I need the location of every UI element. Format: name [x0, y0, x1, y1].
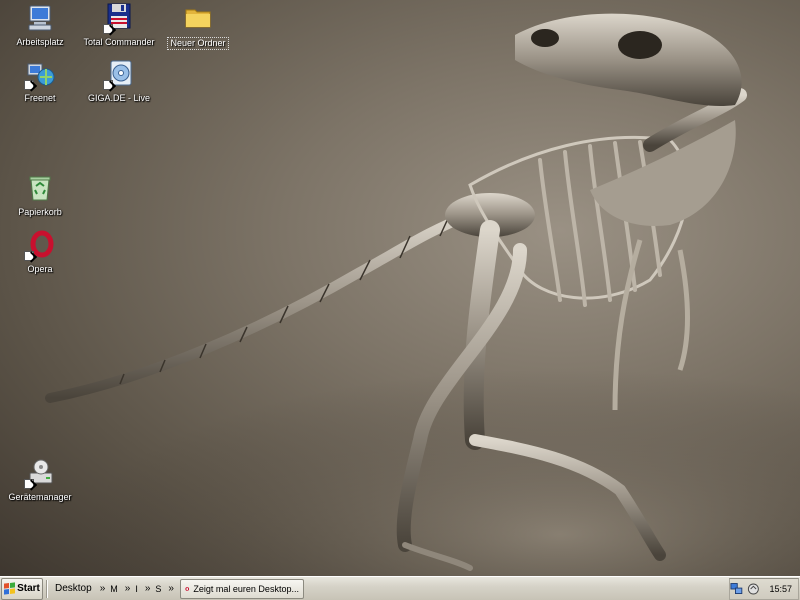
taskbar: Start Desktop » M » I » S » Zeigt mal eu… — [0, 576, 800, 600]
desktop-icon-geraetemanager[interactable]: Gerätemanager — [2, 457, 78, 503]
taskbar-separator — [46, 579, 48, 598]
desktop-icon-freenet[interactable]: Freenet — [2, 58, 78, 104]
shortcut-arrow-icon — [103, 80, 113, 90]
toolbar-chevron-icon[interactable]: » — [125, 583, 131, 594]
folder-icon — [182, 2, 214, 34]
shortcut-arrow-icon — [103, 24, 113, 34]
quick-launch-item-i[interactable]: I — [135, 584, 138, 594]
shortcut-arrow-icon — [24, 479, 34, 489]
recycle-bin-icon — [24, 172, 56, 204]
clock[interactable]: 15:57 — [769, 584, 792, 594]
desktop[interactable]: Arbeitsplatz Total Commander Neuer Ordne… — [0, 0, 800, 576]
shortcut-arrow-icon — [24, 251, 34, 261]
quick-launch-item-m[interactable]: M — [110, 584, 118, 594]
desktop-icon-label: Total Commander — [83, 37, 155, 47]
desktop-icon-opera[interactable]: Opera — [2, 229, 78, 275]
desktop-toolbar-label[interactable]: Desktop — [55, 583, 92, 594]
taskbar-window-title: Zeigt mal euren Desktop... — [193, 583, 299, 594]
desktop-icon-papierkorb[interactable]: Papierkorb — [2, 172, 78, 218]
browser-window-icon — [185, 586, 190, 591]
network-globe-icon — [24, 58, 56, 90]
toolbar-chevron-icon[interactable]: » — [145, 583, 151, 594]
device-manager-icon — [24, 457, 56, 489]
desktop-icon-label: Papierkorb — [18, 207, 62, 217]
volume-tray-icon[interactable] — [747, 582, 760, 596]
start-label: Start — [17, 583, 40, 594]
quick-launch-item-s[interactable]: S — [155, 584, 161, 594]
desktop-icon-total-commander[interactable]: Total Commander — [81, 2, 157, 48]
floppy-disk-icon — [103, 2, 135, 34]
opera-icon — [24, 229, 56, 261]
toolbar-chevron-icon[interactable]: » — [168, 583, 174, 594]
windows-logo-icon — [4, 582, 16, 595]
my-computer-icon — [24, 2, 56, 34]
desktop-icon-arbeitsplatz[interactable]: Arbeitsplatz — [2, 2, 78, 48]
desktop-icon-label: Opera — [27, 264, 53, 274]
desktop-icon-giga-live[interactable]: GIGA.DE - Live — [81, 58, 157, 104]
system-tray: 15:57 — [729, 577, 799, 600]
desktop-icon-neuer-ordner[interactable]: Neuer Ordner — [160, 2, 236, 50]
desktop-icon-label: Gerätemanager — [8, 492, 72, 502]
desktop-icon-label: Freenet — [24, 93, 56, 103]
start-button[interactable]: Start — [1, 577, 43, 600]
network-tray-icon[interactable] — [730, 582, 743, 596]
toolbar-chevron-icon[interactable]: » — [100, 583, 106, 594]
desktop-icon-label: Arbeitsplatz — [16, 37, 64, 47]
media-cd-icon — [103, 58, 135, 90]
taskbar-window-button[interactable]: Zeigt mal euren Desktop... — [179, 578, 304, 599]
desktop-icon-label: GIGA.DE - Live — [87, 93, 150, 103]
shortcut-arrow-icon — [24, 80, 34, 90]
desktop-icon-label: Neuer Ordner — [167, 37, 229, 50]
